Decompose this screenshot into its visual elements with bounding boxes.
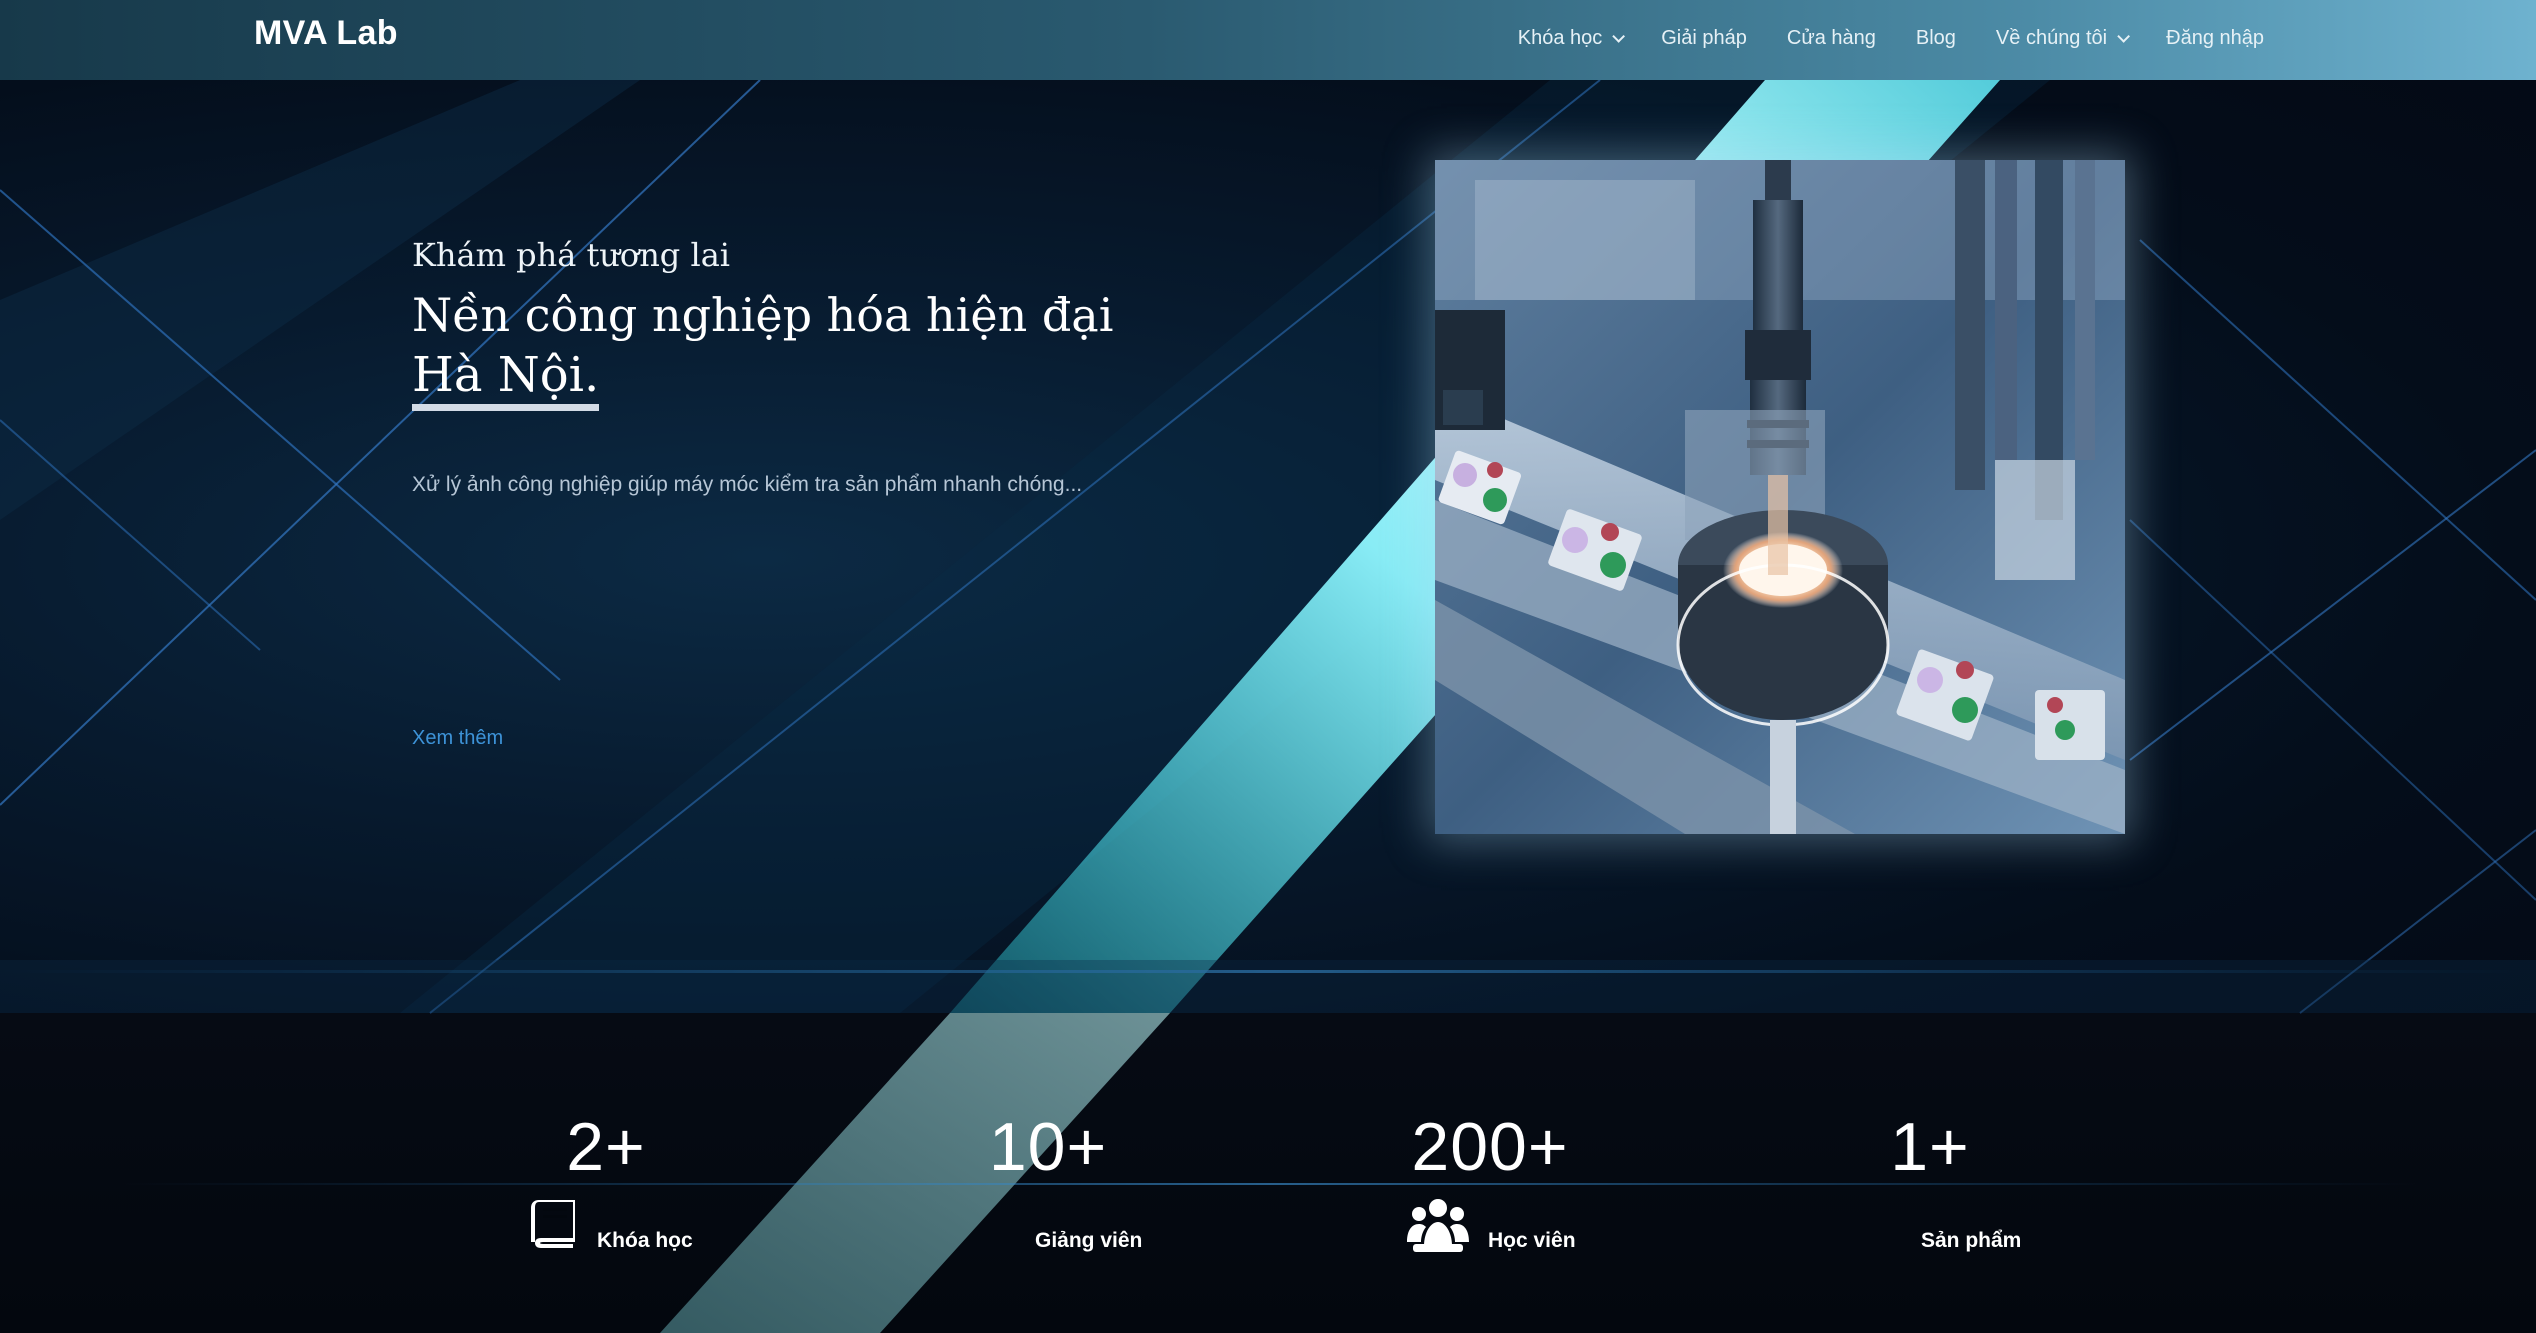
hero-text-block: Khám phá tương lai Nền công nghiệp hóa h… xyxy=(412,236,1152,497)
stat-label: Sản phẩm xyxy=(1921,1229,2022,1252)
nav-item-courses[interactable]: Khóa học xyxy=(1517,26,1626,50)
stat-value: 1+ xyxy=(1890,1109,1970,1185)
stat-value: 10+ xyxy=(988,1109,1108,1185)
nav-item-label: Cửa hàng xyxy=(1786,26,1876,49)
hero-eyebrow: Khám phá tương lai xyxy=(412,236,730,274)
stat-label: Khóa học xyxy=(597,1229,693,1252)
nav-item-solutions[interactable]: Giải pháp xyxy=(1661,27,1747,50)
nav-item-label: Giải pháp xyxy=(1661,26,1747,49)
read-more-link[interactable]: Xem thêm xyxy=(412,727,503,750)
stat-value: 200+ xyxy=(1411,1109,1569,1185)
top-navbar: MVA Lab Khóa học Giải pháp Cửa hàng Blog… xyxy=(0,0,2536,80)
nav-menu: Khóa học Giải pháp Cửa hàng Blog Về chún… xyxy=(1478,0,2264,76)
stat-value: 2+ xyxy=(566,1109,646,1185)
hero-background xyxy=(0,0,2536,1013)
nav-item-login[interactable]: Đăng nhập xyxy=(2166,27,2264,50)
nav-item-label: Về chúng tôi xyxy=(1995,26,2108,49)
hero-image xyxy=(1435,160,2125,834)
chevron-down-icon xyxy=(2117,29,2131,43)
hero-description: Xử lý ảnh công nghiệp giúp máy móc kiểm … xyxy=(412,473,1083,496)
nav-item-store[interactable]: Cửa hàng xyxy=(1787,27,1876,50)
page: MVA Lab Khóa học Giải pháp Cửa hàng Blog… xyxy=(0,0,2536,1333)
chevron-down-icon xyxy=(1612,29,1626,43)
users-icon xyxy=(1407,1196,1469,1259)
machine-vision-illustration xyxy=(1435,160,2125,834)
hero-headline: Nền công nghiệp hóa hiện đại xyxy=(412,288,1114,342)
nav-item-label: Khóa học xyxy=(1517,26,1603,49)
stat-label: Học viên xyxy=(1488,1229,1576,1252)
brand-logo[interactable]: MVA Lab xyxy=(254,14,398,53)
stat-label: Giảng viên xyxy=(1035,1229,1143,1252)
book-icon xyxy=(527,1198,579,1255)
stats-background xyxy=(0,1013,2536,1333)
nav-item-label: Đăng nhập xyxy=(2166,26,2264,49)
hero-highlight: Hà Nội. xyxy=(412,346,600,411)
nav-item-label: Blog xyxy=(1915,26,1956,49)
nav-item-blog[interactable]: Blog xyxy=(1916,27,1956,50)
nav-item-about[interactable]: Về chúng tôi xyxy=(1995,26,2131,50)
